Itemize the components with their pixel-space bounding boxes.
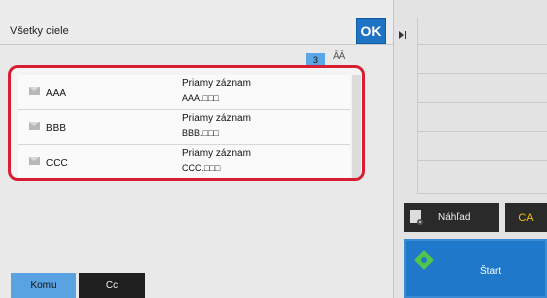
mail-icon <box>29 87 40 95</box>
list-item-type: Priamy záznam <box>182 148 251 159</box>
preview-button[interactable]: Náhľad <box>404 203 499 232</box>
preview-magnifier-icon <box>410 210 423 225</box>
destination-list-panel: Všetky ciele OK 3 ĀĀ AAA Priamy záznam A… <box>0 0 393 298</box>
list-item[interactable]: AAA Priamy záznam AAA.□□□ <box>18 75 350 110</box>
page-title: Všetky ciele <box>10 25 69 37</box>
start-icon <box>414 250 434 270</box>
start-button[interactable]: Štart <box>404 239 547 298</box>
preview-line <box>418 44 547 45</box>
sort-icon[interactable]: ĀĀ <box>333 51 345 62</box>
list-item[interactable]: CCC Priamy záznam CCC.□□□ <box>18 145 350 178</box>
tab-cc[interactable]: Cc <box>79 273 145 298</box>
list-item-name: AAA <box>46 88 67 99</box>
list-item[interactable]: BBB Priamy záznam BBB.□□□ <box>18 110 350 145</box>
preview-line <box>418 73 547 74</box>
preview-line <box>418 193 547 194</box>
preview-line <box>418 160 547 161</box>
start-button-label: Štart <box>480 266 502 277</box>
list-item-type: Priamy záznam <box>182 78 251 89</box>
preview-line <box>418 131 547 132</box>
list-item-address: BBB.□□□ <box>182 128 219 138</box>
expand-panel-bar-icon <box>405 31 406 39</box>
list-scrollbar[interactable] <box>352 75 361 178</box>
list-item-name: BBB <box>46 123 67 134</box>
ca-button[interactable]: CA <box>505 203 547 232</box>
mail-icon <box>29 157 40 165</box>
preview-area <box>418 18 547 194</box>
list-item-name: CCC <box>46 158 68 169</box>
header-bar: Všetky ciele <box>0 0 393 45</box>
preview-line <box>418 102 547 103</box>
mail-icon <box>29 122 40 130</box>
list-item-address: AAA.□□□ <box>182 93 219 103</box>
expand-panel-icon[interactable] <box>399 31 404 39</box>
destination-list: AAA Priamy záznam AAA.□□□ BBB Priamy záz… <box>8 65 365 181</box>
list-item-address: CCC.□□□ <box>182 163 221 173</box>
list-item-type: Priamy záznam <box>182 113 251 124</box>
preview-button-label: Náhľad <box>438 212 471 223</box>
ok-button[interactable]: OK <box>356 18 386 44</box>
tab-komu[interactable]: Komu <box>11 273 76 298</box>
